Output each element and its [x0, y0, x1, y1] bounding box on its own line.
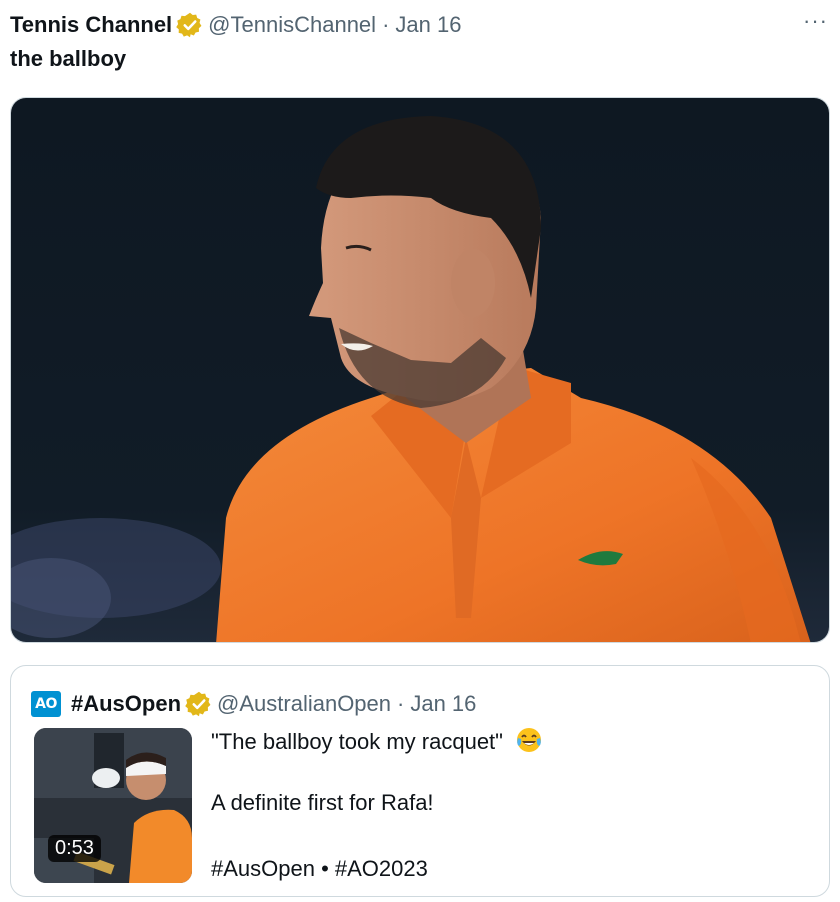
quoted-tweet-card[interactable]: AO #AusOpen @AustralianOpen · Jan 16 0:5… [10, 665, 830, 897]
ao-avatar-icon[interactable]: AO [31, 691, 61, 717]
video-duration: 0:53 [48, 835, 101, 862]
tears-of-joy-emoji-icon [515, 726, 543, 760]
player-photo-illustration [11, 98, 829, 642]
author-handle[interactable]: @TennisChannel [208, 12, 376, 38]
tweet-photo[interactable] [10, 97, 830, 643]
verified-badge-icon [176, 11, 204, 39]
more-options-icon[interactable]: ··· [803, 8, 828, 34]
tweet-date[interactable]: Jan 16 [395, 12, 461, 38]
tweet-header: Tennis Channel @TennisChannel · Jan 16 [10, 8, 461, 42]
quoted-tweet-header: AO #AusOpen @AustralianOpen · Jan 16 [31, 688, 476, 720]
quoted-author-handle[interactable]: @AustralianOpen [217, 691, 391, 717]
quote-text: "The ballboy took my racquet" [211, 729, 503, 754]
separator-dot: · [397, 691, 405, 716]
quoted-author-name[interactable]: #AusOpen [71, 691, 181, 717]
quoted-tweet-line-1: "The ballboy took my racquet" [211, 726, 543, 760]
quoted-tweet-line-2: A definite first for Rafa! [211, 790, 434, 815]
tweet-text: the ballboy [10, 46, 127, 71]
author-name[interactable]: Tennis Channel [10, 12, 172, 38]
video-thumbnail[interactable]: 0:53 [34, 728, 192, 883]
quoted-tweet-hashtags[interactable]: #AusOpen • #AO2023 [211, 856, 428, 882]
quoted-tweet-date[interactable]: Jan 16 [410, 691, 476, 717]
separator-dot: · [382, 12, 390, 37]
verified-badge-icon [185, 690, 213, 718]
